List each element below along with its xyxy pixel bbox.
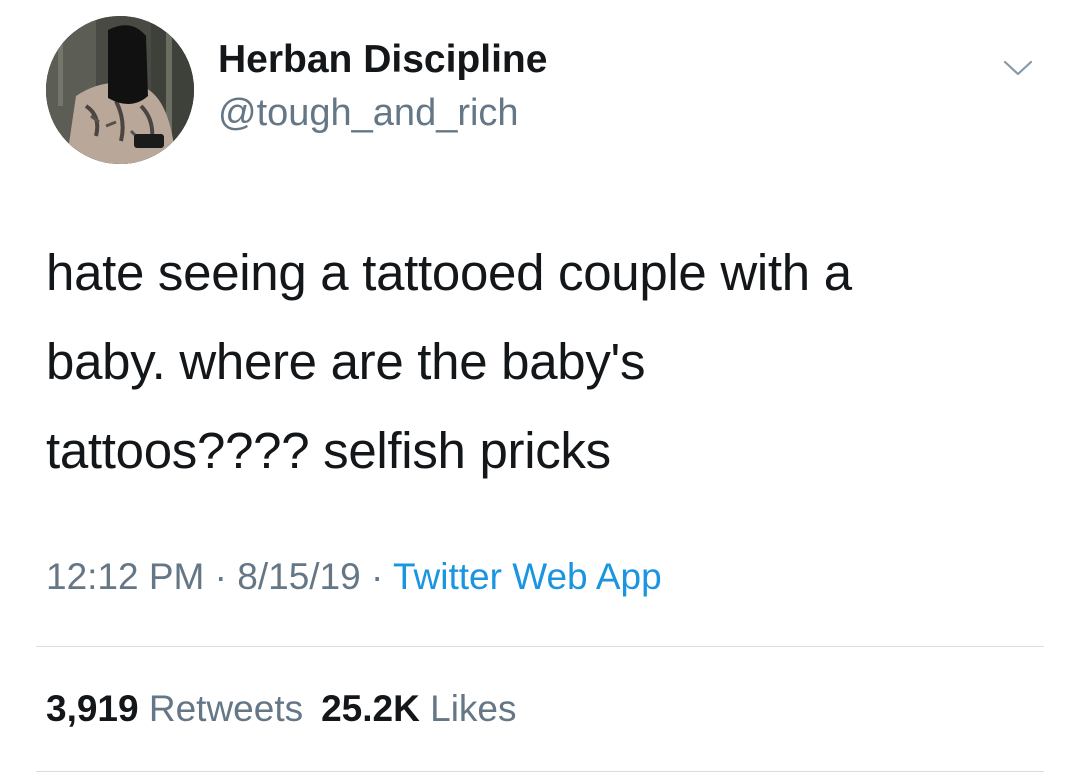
likes-count: 25.2K <box>321 688 420 729</box>
tweet-meta: 12:12 PM · 8/15/19 · Twitter Web App <box>46 558 662 595</box>
display-name[interactable]: Herban Discipline <box>218 40 547 79</box>
user-handle[interactable]: @tough_and_rich <box>218 94 519 132</box>
retweets-stat[interactable]: 3,919 Retweets <box>46 688 303 729</box>
avatar[interactable] <box>46 16 194 164</box>
retweets-count: 3,919 <box>46 688 139 729</box>
tweet-source-link[interactable]: Twitter Web App <box>393 556 662 597</box>
likes-label: Likes <box>430 688 517 729</box>
meta-separator: · <box>214 556 227 597</box>
likes-stat[interactable]: 25.2K Likes <box>321 688 516 729</box>
tweet-time[interactable]: 12:12 PM <box>46 556 204 597</box>
tweet-text-line: tattoos???? selfish pricks <box>46 422 611 479</box>
tweet-text: hate seeing a tattooed couple with a bab… <box>46 228 1036 495</box>
divider <box>36 646 1044 647</box>
tweet-date[interactable]: 8/15/19 <box>237 556 360 597</box>
avatar-photo <box>46 16 194 164</box>
tweet-stats: 3,919 Retweets 25.2K Likes <box>46 690 517 727</box>
retweets-label: Retweets <box>148 688 304 729</box>
chevron-down-icon[interactable] <box>1000 52 1036 82</box>
divider <box>36 771 1044 772</box>
tweet-text-line: baby. where are the baby's <box>46 333 646 390</box>
meta-separator: · <box>371 556 384 597</box>
tweet-text-line: hate seeing a tattooed couple with a <box>46 244 852 301</box>
